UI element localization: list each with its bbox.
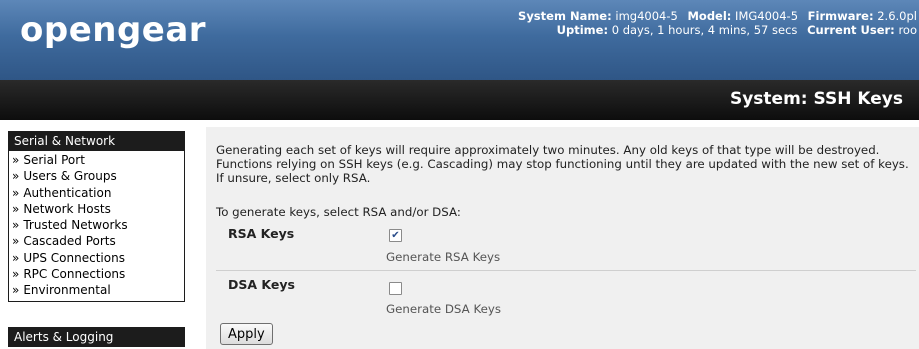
double-arrow-icon: » <box>12 250 20 265</box>
system-name-label: System Name: <box>518 9 612 23</box>
firmware-value: 2.6.0pl <box>877 9 917 23</box>
intro-text: Generating each set of keys will require… <box>216 143 916 185</box>
sidebar-heading-serial-network[interactable]: Serial & Network <box>9 132 184 151</box>
header-banner: opengear System Name: img4004-5 Model: I… <box>0 0 919 80</box>
sidebar-item-network-hosts[interactable]: » Network Hosts <box>9 201 184 217</box>
main-content: Generating each set of keys will require… <box>206 127 919 349</box>
double-arrow-icon: » <box>12 185 20 200</box>
double-arrow-icon: » <box>12 153 20 167</box>
double-arrow-icon: » <box>12 267 20 282</box>
sidebar-item-environmental[interactable]: » Environmental <box>9 282 184 298</box>
rsa-keys-checkbox[interactable]: ✔ <box>389 229 402 242</box>
model-value: IMG4004-5 <box>735 9 799 23</box>
system-info-line-1: System Name: img4004-5 Model: IMG4004-5 … <box>518 9 919 23</box>
double-arrow-icon: » <box>12 283 20 298</box>
sidebar-item-label: Environmental <box>23 283 111 298</box>
page-title: System: SSH Keys <box>729 89 903 109</box>
sidebar-item-label: RPC Connections <box>23 267 126 282</box>
rsa-keys-description: Generate RSA Keys <box>386 250 501 264</box>
title-bar: System: SSH Keys <box>0 80 919 120</box>
double-arrow-icon: » <box>12 201 20 216</box>
current-user-value: roo <box>898 23 917 37</box>
sidebar-item-rpc-connections[interactable]: » RPC Connections <box>9 266 184 282</box>
intro-line: Generating each set of keys will require… <box>216 143 880 157</box>
sidebar-item-label: Cascaded Ports <box>23 234 116 249</box>
sidebar-item-label: Authentication <box>23 185 112 200</box>
uptime-label: Uptime: <box>556 23 609 37</box>
intro-line: If unsure, select only RSA. <box>216 171 371 185</box>
apply-button[interactable]: Apply <box>220 323 273 345</box>
double-arrow-icon: » <box>12 169 20 184</box>
intro-line: Functions relying on SSH keys (e.g. Casc… <box>216 157 909 171</box>
model-label: Model: <box>687 9 732 23</box>
opengear-logo: opengear <box>20 10 207 50</box>
instruction-text: To generate keys, select RSA and/or DSA: <box>216 205 461 219</box>
rsa-keys-label: RSA Keys <box>228 226 295 241</box>
firmware-label: Firmware: <box>807 9 874 23</box>
system-info-line-2: Uptime: 0 days, 1 hours, 4 mins, 57 secs… <box>518 23 919 37</box>
double-arrow-icon: » <box>12 218 20 233</box>
sidebar-heading-alerts-logging[interactable]: Alerts & Logging <box>9 328 184 347</box>
sidebar-item-authentication[interactable]: » Authentication <box>9 185 184 201</box>
system-name-value: img4004-5 <box>615 9 678 23</box>
dsa-keys-description: Generate DSA Keys <box>386 302 501 316</box>
sidebar-item-cascaded-ports[interactable]: » Cascaded Ports <box>9 233 184 249</box>
sidebar-item-serial-port[interactable]: » Serial Port <box>9 152 184 168</box>
dsa-keys-checkbox[interactable] <box>389 282 402 295</box>
sidebar-item-label: Network Hosts <box>23 201 111 216</box>
sidebar-item-trusted-networks[interactable]: » Trusted Networks <box>9 217 184 233</box>
dsa-keys-label: DSA Keys <box>228 277 295 292</box>
sidebar-item-label: UPS Connections <box>23 250 125 265</box>
sidebar-section-alerts-logging: Alerts & Logging <box>8 327 185 347</box>
sidebar-item-label: Users & Groups <box>23 169 117 184</box>
row-divider <box>216 270 916 271</box>
checkmark-icon: ✔ <box>391 230 400 241</box>
sidebar-item-label: Trusted Networks <box>23 218 128 233</box>
sidebar-section-serial-network: Serial & Network » Serial Port » Users & G… <box>8 131 185 302</box>
sidebar-item-users-groups[interactable]: » Users & Groups <box>9 168 184 184</box>
current-user-label: Current User: <box>807 23 895 37</box>
sidebar-item-ups-connections[interactable]: » UPS Connections <box>9 250 184 266</box>
system-info: System Name: img4004-5 Model: IMG4004-5 … <box>518 9 919 37</box>
uptime-value: 0 days, 1 hours, 4 mins, 57 secs <box>611 23 798 37</box>
sidebar-item-label: Serial Port <box>23 153 85 167</box>
double-arrow-icon: » <box>12 234 20 249</box>
sidebar-list-serial-network: » Serial Port » Users & Groups » Authentica… <box>9 151 184 301</box>
